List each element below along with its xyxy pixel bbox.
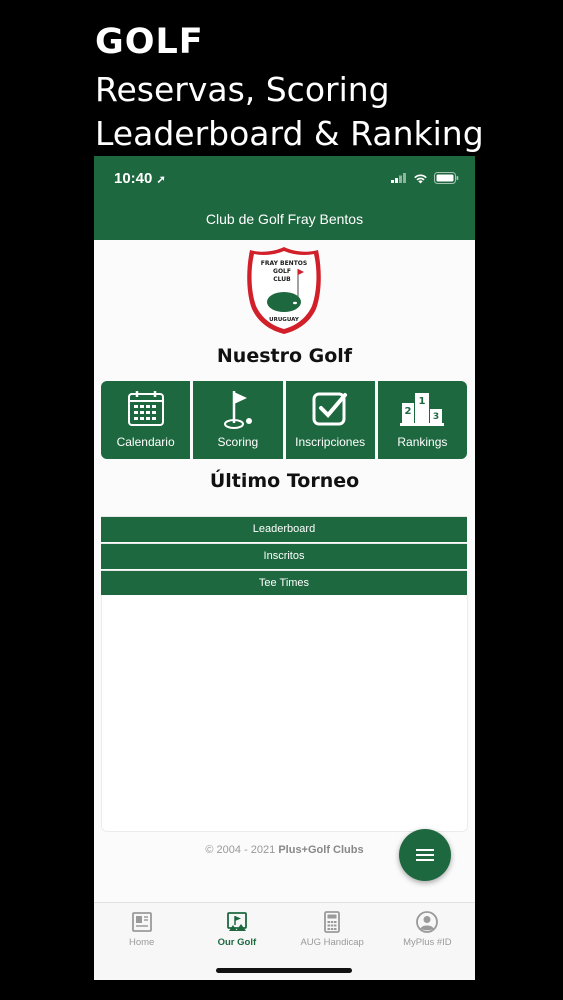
flag-icon	[223, 391, 252, 429]
nav-label-home: Home	[128, 937, 155, 948]
nav-myplus-id[interactable]: MyPlus #ID	[380, 903, 475, 980]
tile-label-rankings: Rankings	[397, 435, 448, 449]
location-arrow-icon: ➚	[156, 174, 166, 186]
copyright-brand: Plus+Golf Clubs	[278, 844, 364, 856]
calculator-icon	[324, 911, 341, 933]
tile-label-scoring: Scoring	[217, 435, 259, 449]
logo-text-club: CLUB	[273, 276, 291, 283]
app-header: 10:40 ➚ Club de Golf Fray Bentos	[94, 156, 475, 240]
menu-fab-button[interactable]	[399, 829, 451, 881]
battery-icon	[434, 172, 459, 184]
promo-title: GOLF	[95, 22, 204, 62]
podium-first: 1	[419, 396, 426, 407]
club-logo: FRAY BENTOS GOLF CLUB URUGUAY	[247, 247, 321, 334]
phone-screen: 10:40 ➚ Club de Golf Fray Bentos FRAY BE…	[94, 156, 475, 980]
nav-label-our-golf: Our Golf	[217, 937, 257, 948]
user-icon	[416, 911, 439, 933]
hamburger-menu-icon	[416, 849, 434, 861]
tile-calendario[interactable]: Calendario	[101, 381, 191, 459]
nav-label-aug-handicap: AUG Handicap	[300, 937, 364, 948]
tournament-content	[101, 595, 468, 832]
our-golf-tiles: Calendario Scoring Inscripciones 1 2 3 R…	[101, 381, 467, 459]
inscritos-button[interactable]: Inscritos	[101, 543, 467, 569]
tile-inscripciones[interactable]: Inscripciones	[285, 381, 375, 459]
status-time: 10:40 ➚	[114, 170, 166, 187]
tile-rankings[interactable]: 1 2 3 Rankings	[377, 381, 467, 459]
status-time-text: 10:40	[114, 170, 153, 187]
copyright-text: © 2004 - 2021	[205, 844, 279, 856]
tile-label-calendario: Calendario	[116, 435, 175, 449]
section-title-last-tournament: Último Torneo	[209, 470, 360, 492]
home-icon	[131, 912, 152, 932]
logo-text-golf: GOLF	[273, 268, 291, 275]
logo-text-uruguay: URUGUAY	[269, 317, 300, 323]
podium-icon: 1 2 3	[400, 393, 445, 426]
club-title: Club de Golf Fray Bentos	[205, 211, 364, 227]
cellular-signal-icon	[391, 173, 406, 183]
promo-line-1: Reservas, Scoring	[95, 70, 390, 109]
status-icons	[391, 172, 459, 184]
tournament-tabs: Leaderboard Inscritos Tee Times	[101, 516, 467, 597]
checkbox-icon	[312, 392, 348, 426]
section-title-our-golf: Nuestro Golf	[216, 345, 353, 367]
tee-times-button[interactable]: Tee Times	[101, 570, 467, 596]
leaderboard-button[interactable]: Leaderboard	[101, 516, 467, 542]
logo-text-fray-bentos: FRAY BENTOS	[261, 260, 307, 267]
wifi-icon	[414, 173, 427, 183]
our-golf-icon	[226, 912, 247, 931]
podium-second: 2	[405, 406, 412, 417]
tile-scoring[interactable]: Scoring	[193, 381, 283, 459]
nav-home[interactable]: Home	[94, 903, 189, 980]
calendar-icon	[127, 391, 164, 426]
podium-third: 3	[433, 412, 439, 422]
nav-label-myplus-id: MyPlus #ID	[403, 937, 452, 948]
home-indicator[interactable]	[216, 968, 352, 973]
promo-line-2: Leaderboard & Ranking	[95, 114, 484, 153]
tile-label-inscripciones: Inscripciones	[295, 435, 366, 449]
